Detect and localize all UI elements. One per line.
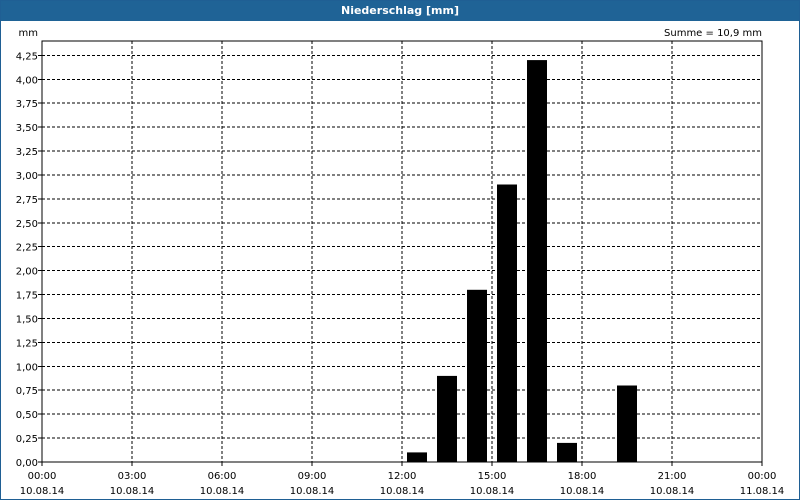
y-tick-label: 0,50	[16, 410, 38, 421]
bar	[497, 184, 517, 462]
y-axis-unit-label: mm	[19, 28, 38, 39]
labels: 0,00 0,25 0,50 0,75 1,00 1,25 1,50 1,75 2,00 2,25…	[16, 28, 785, 497]
x-tick-time: 12:00	[388, 471, 417, 482]
x-tick-date: 10.08.14	[110, 486, 155, 497]
bar	[527, 60, 547, 462]
chart-window: Niederschlag [mm] 0,00 0,25 0,50 0,75 1,00 1,…	[0, 0, 800, 500]
axes	[38, 40, 763, 466]
y-tick-label: 2,25	[16, 243, 38, 254]
x-tick-date: 10.08.14	[650, 486, 695, 497]
grid	[42, 41, 762, 462]
x-tick-time: 03:00	[118, 471, 147, 482]
x-tick-date: 10.08.14	[380, 486, 425, 497]
y-tick-label: 4,00	[16, 75, 38, 86]
bar	[467, 289, 487, 462]
y-tick-label: 1,75	[16, 291, 38, 302]
x-tick-time: 21:00	[658, 471, 687, 482]
chart-title: Niederschlag [mm]	[1, 1, 799, 21]
y-tick-label: 1,50	[16, 314, 38, 325]
y-tick-label: 3,50	[16, 123, 38, 134]
y-tick-label: 0,00	[16, 458, 38, 469]
y-tick-label: 3,25	[16, 147, 38, 158]
x-tick-time: 06:00	[208, 471, 237, 482]
y-tick-label: 2,75	[16, 195, 38, 206]
y-tick-label: 3,75	[16, 99, 38, 110]
x-tick-time: 00:00	[748, 471, 777, 482]
x-tick-time: 09:00	[298, 471, 327, 482]
bar	[407, 452, 427, 462]
y-tick-label: 2,50	[16, 219, 38, 230]
x-tick-date: 10.08.14	[560, 486, 605, 497]
y-tick-label: 3,00	[16, 171, 38, 182]
x-tick-date: 10.08.14	[470, 486, 515, 497]
bar	[617, 385, 637, 462]
x-tick-date: 10.08.14	[20, 486, 65, 497]
y-tick-label: 2,00	[16, 267, 38, 278]
y-tick-label: 1,25	[16, 338, 38, 349]
y-tick-label: 0,25	[16, 434, 38, 445]
bars	[407, 60, 637, 462]
x-tick-date: 10.08.14	[290, 486, 335, 497]
x-tick-time: 18:00	[568, 471, 597, 482]
x-tick-time: 00:00	[28, 471, 57, 482]
sum-label: Summe = 10,9 mm	[664, 28, 762, 39]
bar	[557, 442, 577, 462]
bar	[437, 375, 457, 462]
precipitation-chart: 0,00 0,25 0,50 0,75 1,00 1,25 1,50 1,75 2,00 2,25…	[16, 28, 785, 497]
x-tick-date: 10.08.14	[200, 486, 245, 497]
y-tick-label: 1,00	[16, 362, 38, 373]
y-tick-label: 0,75	[16, 386, 38, 397]
x-tick-date: 11.08.14	[740, 486, 785, 497]
x-tick-time: 15:00	[478, 471, 507, 482]
y-tick-label: 4,25	[16, 51, 38, 62]
